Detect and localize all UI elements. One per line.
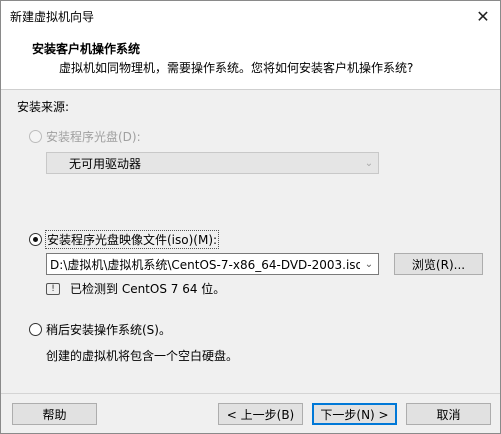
install-source-label: 安装来源: — [17, 100, 70, 114]
drive-select-value: 无可用驱动器 — [69, 156, 142, 171]
next-button[interactable]: 下一步(N) > — [312, 403, 397, 425]
footer-divider — [1, 393, 500, 394]
iso-option[interactable]: 安装程序光盘映像文件(iso)(M): — [29, 230, 220, 249]
iso-path-value[interactable]: D:\虚拟机\虚拟机系统\CentOS-7-x86_64-DVD-2003.is… — [47, 256, 360, 273]
message-icon: ! — [46, 282, 60, 295]
later-option[interactable]: 稍后安装操作系统(S)。 — [29, 321, 171, 338]
page-description: 虚拟机如同物理机，需要操作系统。您将如何安装客户机操作系统? — [59, 61, 414, 75]
iso-option-label[interactable]: 安装程序光盘映像文件(iso)(M): — [44, 230, 220, 249]
disc-option: 安装程序光盘(D): — [29, 128, 141, 145]
later-radio[interactable] — [29, 323, 42, 336]
browse-button[interactable]: 浏览(R)... — [394, 253, 483, 275]
iso-radio[interactable] — [29, 233, 42, 246]
disc-option-label: 安装程序光盘(D): — [46, 130, 141, 144]
chevron-down-icon: ⌄ — [364, 157, 374, 169]
iso-path-select[interactable]: D:\虚拟机\虚拟机系统\CentOS-7-x86_64-DVD-2003.is… — [46, 253, 379, 275]
detection-info: ! 已检测到 CentOS 7 64 位。 — [46, 280, 225, 297]
close-icon[interactable]: ✕ — [472, 5, 494, 27]
back-button[interactable]: < 上一步(B) — [218, 403, 303, 425]
new-vm-wizard-window: 新建虚拟机向导 ✕ 安装客户机操作系统 虚拟机如同物理机，需要操作系统。您将如何… — [0, 0, 501, 434]
cancel-button[interactable]: 取消 — [406, 403, 491, 425]
disc-radio — [29, 130, 42, 143]
chevron-down-icon[interactable]: ⌄ — [360, 259, 378, 270]
wizard-header: 安装客户机操作系统 虚拟机如同物理机，需要操作系统。您将如何安装客户机操作系统? — [1, 31, 500, 90]
help-button[interactable]: 帮助 — [12, 403, 97, 425]
drive-select: 无可用驱动器 ⌄ — [46, 152, 379, 174]
detection-text: 已检测到 CentOS 7 64 位。 — [70, 282, 226, 296]
later-option-description: 创建的虚拟机将包含一个空白硬盘。 — [46, 349, 239, 363]
window-title: 新建虚拟机向导 — [10, 10, 95, 24]
page-title: 安装客户机操作系统 — [32, 42, 141, 56]
title-bar: 新建虚拟机向导 ✕ — [1, 1, 500, 31]
later-option-label[interactable]: 稍后安装操作系统(S)。 — [46, 321, 171, 338]
